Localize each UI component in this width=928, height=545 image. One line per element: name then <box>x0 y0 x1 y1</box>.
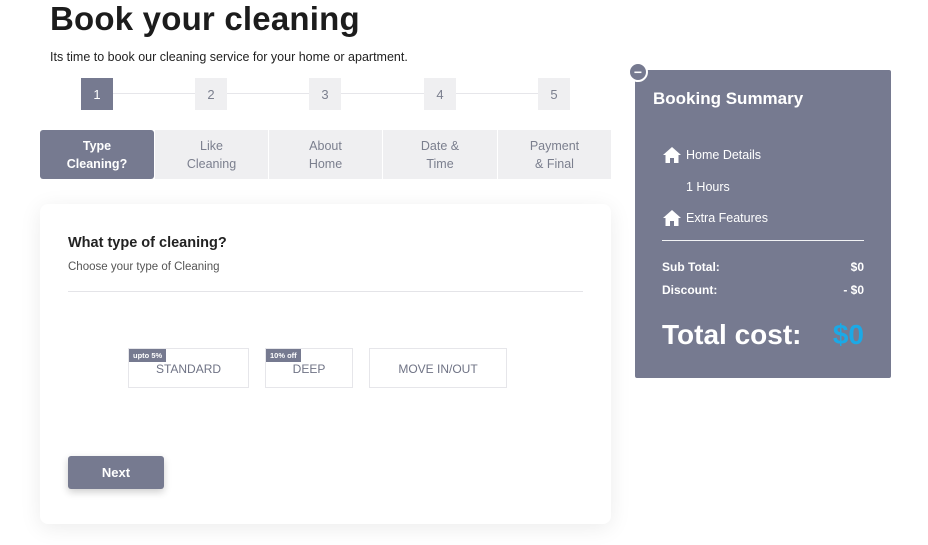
subtotal-row: Sub Total: $0 <box>662 260 864 274</box>
extra-features-label: Extra Features <box>686 211 768 225</box>
discount-value: - $0 <box>843 283 864 297</box>
page-title: Book your cleaning <box>50 0 360 37</box>
booking-summary-panel: Booking Summary Home Details 1 Hours Ext… <box>635 70 891 378</box>
summary-divider <box>662 240 864 241</box>
option-standard[interactable]: upto 5% STANDARD <box>128 348 249 388</box>
tab-label: Like Cleaning <box>186 138 237 171</box>
tab-about-home[interactable]: About Home <box>269 130 382 179</box>
discount-row: Discount: - $0 <box>662 283 864 297</box>
tab-like-cleaning[interactable]: Like Cleaning <box>155 130 268 179</box>
step-4[interactable]: 4 <box>424 78 456 110</box>
step-5[interactable]: 5 <box>538 78 570 110</box>
option-deep[interactable]: 10% off DEEP <box>265 348 353 388</box>
tab-label: Payment & Final <box>529 138 580 171</box>
tab-label: Type Cleaning? <box>66 138 128 171</box>
tab-type-cleaning[interactable]: Type Cleaning? <box>40 130 154 179</box>
discount-label: Discount: <box>662 283 718 297</box>
home-icon <box>663 210 681 226</box>
cleaning-type-card: What type of cleaning? Choose your type … <box>40 204 611 524</box>
tab-date-time[interactable]: Date & Time <box>383 130 497 179</box>
extra-features-row: Extra Features <box>662 209 768 227</box>
tab-label: Date & Time <box>420 138 460 171</box>
subtotal-label: Sub Total: <box>662 260 720 274</box>
discount-badge: 10% off <box>266 349 301 362</box>
option-label: MOVE IN/OUT <box>398 362 478 376</box>
option-move-in-out[interactable]: MOVE IN/OUT <box>369 348 507 388</box>
tab-payment-final[interactable]: Payment & Final <box>498 130 611 179</box>
step-3[interactable]: 3 <box>309 78 341 110</box>
question-hint: Choose your type of Cleaning <box>68 261 220 273</box>
divider <box>68 291 583 292</box>
hours-value: 1 Hours <box>686 180 730 194</box>
home-details-row: Home Details <box>662 146 761 164</box>
minus-icon[interactable]: − <box>628 62 648 82</box>
next-button[interactable]: Next <box>68 456 164 489</box>
subtotal-value: $0 <box>850 260 864 274</box>
home-details-label: Home Details <box>686 148 762 162</box>
total-cost-label: Total cost: <box>662 319 802 350</box>
summary-title: Booking Summary <box>653 89 804 108</box>
step-2[interactable]: 2 <box>195 78 227 110</box>
discount-badge: upto 5% <box>129 349 167 362</box>
step-1[interactable]: 1 <box>81 78 113 110</box>
home-icon <box>663 147 681 163</box>
page-subtitle: Its time to book our cleaning service fo… <box>50 50 408 64</box>
tab-label: About Home <box>308 138 343 171</box>
question-title: What type of cleaning? <box>68 235 227 251</box>
option-label: STANDARD <box>155 362 222 376</box>
option-label: DEEP <box>292 362 326 376</box>
total-cost-value: $0 <box>832 319 864 350</box>
